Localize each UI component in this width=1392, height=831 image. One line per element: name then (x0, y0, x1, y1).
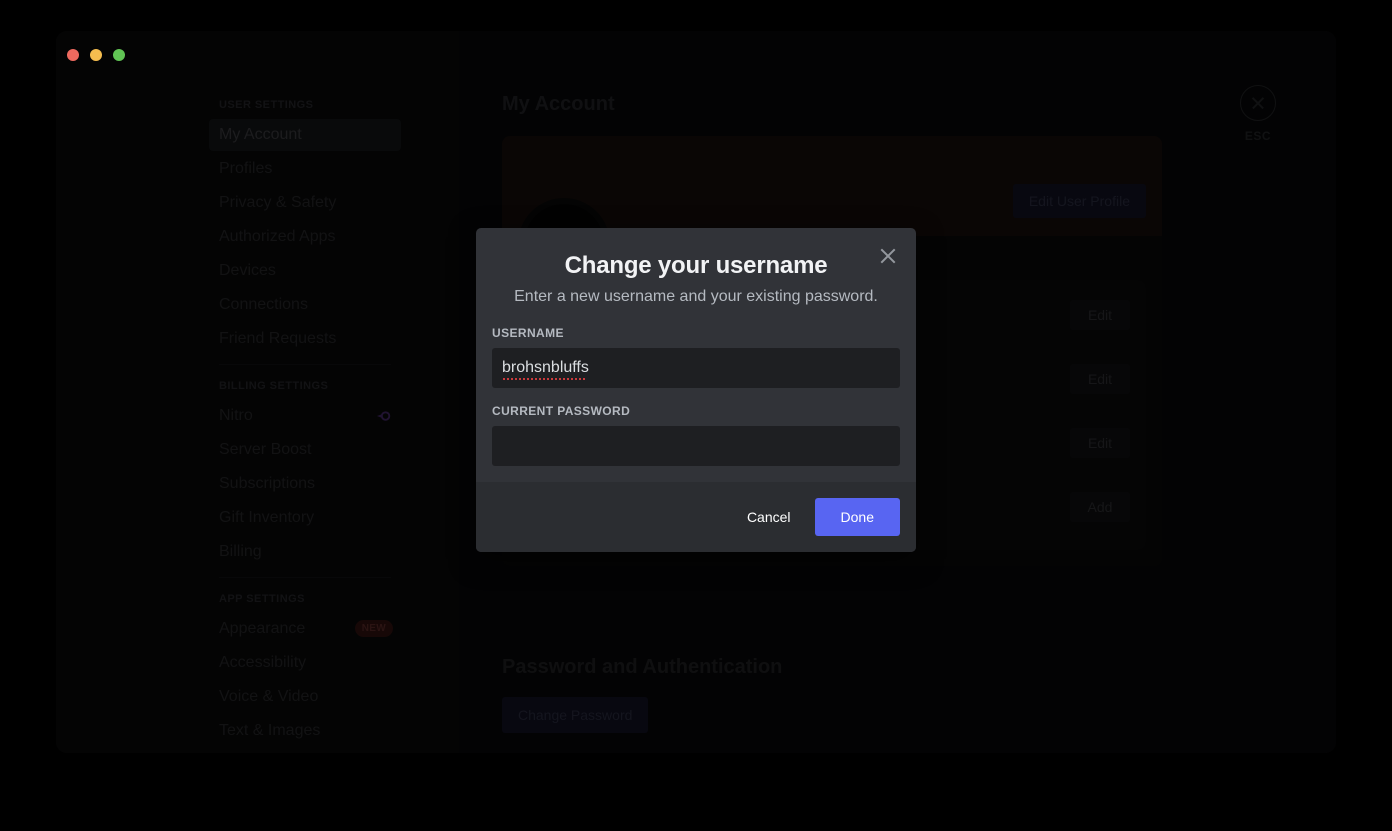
username-input[interactable] (492, 348, 900, 388)
window-traffic-lights (67, 49, 125, 61)
modal-subtitle: Enter a new username and your existing p… (514, 288, 878, 305)
current-password-input[interactable] (492, 426, 900, 466)
username-input-wrap (492, 348, 900, 388)
current-password-field-block: CURRENT PASSWORD (492, 404, 900, 466)
cancel-button[interactable]: Cancel (731, 499, 807, 535)
change-username-modal: Change your username Enter a new usernam… (476, 228, 916, 552)
done-button[interactable]: Done (814, 498, 900, 536)
username-field-label: USERNAME (492, 326, 564, 340)
window-close-button[interactable] (67, 49, 79, 61)
window-maximize-button[interactable] (113, 49, 125, 61)
username-field-block: USERNAME (492, 326, 900, 388)
current-password-field-label: CURRENT PASSWORD (492, 404, 631, 418)
close-icon[interactable] (876, 244, 900, 268)
modal-footer: Cancel Done (476, 482, 916, 552)
modal-body: Change your username Enter a new usernam… (476, 228, 916, 482)
modal-title: Change your username (564, 252, 828, 279)
app-window: USER SETTINGS My Account Profiles Privac… (56, 31, 1336, 753)
window-minimize-button[interactable] (90, 49, 102, 61)
